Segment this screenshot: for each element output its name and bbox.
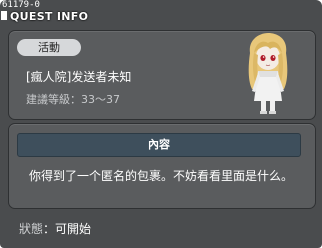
quest-description: 你得到了一个匿名的包裹。不妨看看里面是什么。 — [29, 169, 294, 183]
quest-recommended-level: 建議等級：33～37 — [26, 91, 120, 107]
quest-category-badge: 活動 — [17, 39, 81, 56]
window-title: QUEST INFO — [10, 10, 89, 23]
content-header: 內容 — [17, 133, 301, 157]
npc-portrait-icon — [248, 33, 288, 114]
title-marker-icon — [1, 11, 7, 20]
level-range: 33～37 — [81, 93, 120, 106]
quest-status: 狀態：可開始 — [19, 220, 91, 237]
status-label: 狀態 — [19, 222, 44, 236]
level-label: 建議等級 — [26, 93, 70, 106]
level-separator: ： — [70, 93, 81, 106]
title-bar[interactable]: QUEST INFO — [0, 8, 322, 24]
status-value: 可開始 — [55, 222, 92, 236]
quest-name: [瘋人院]发送者未知 — [26, 70, 132, 84]
quest-info-window: 61179-0 QUEST INFO 活動 [瘋人院]发送者未知 建議等級：33… — [0, 0, 322, 248]
status-separator: ： — [43, 222, 56, 236]
